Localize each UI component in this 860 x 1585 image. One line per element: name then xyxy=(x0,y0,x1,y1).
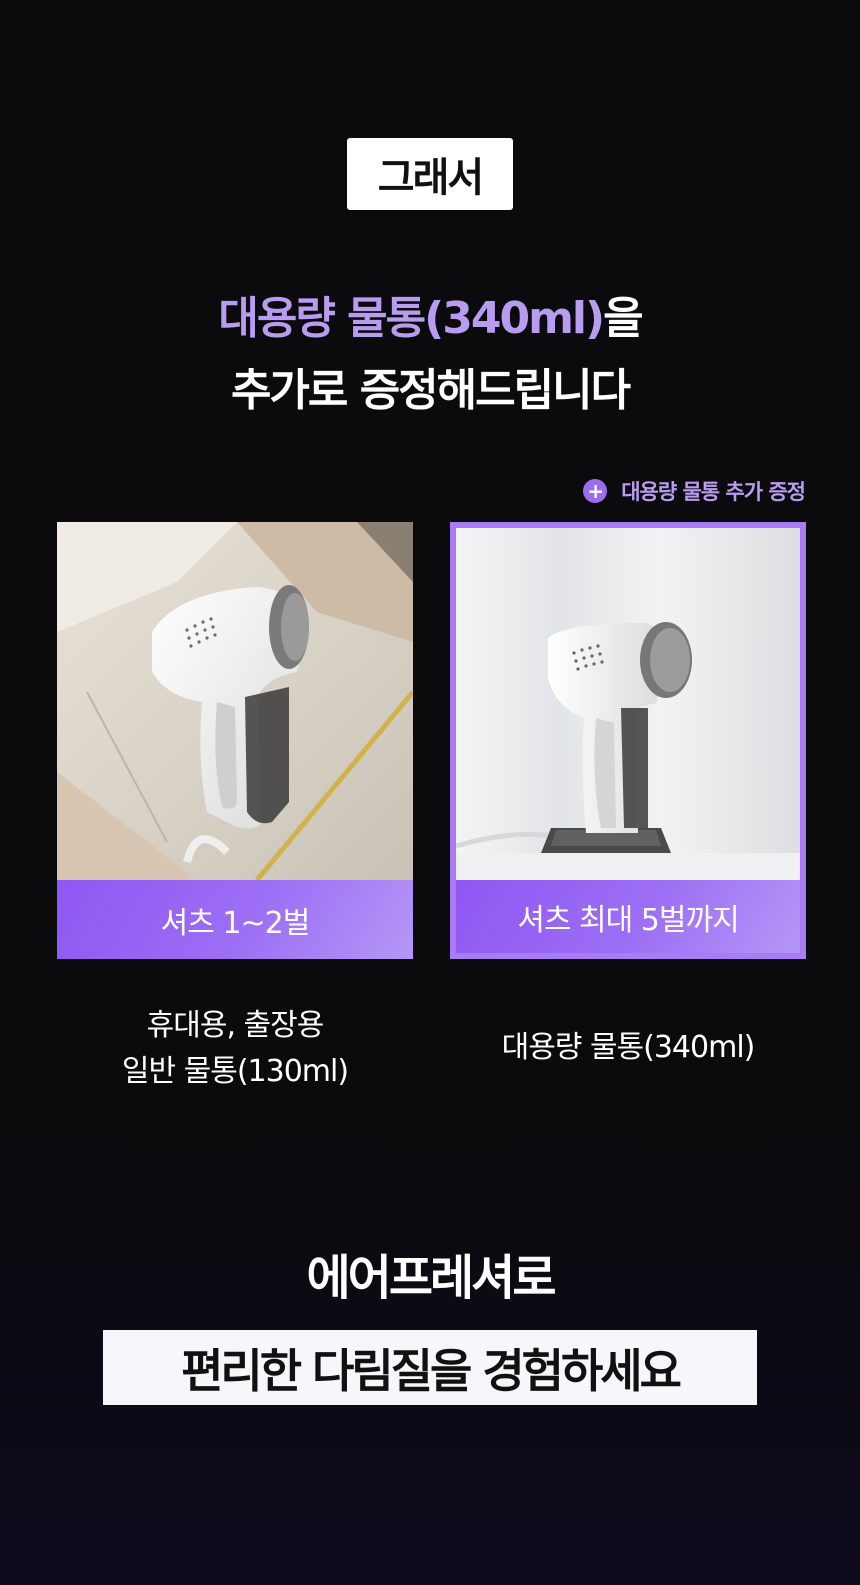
card-label-standard: 셔츠 1~2벌 xyxy=(57,880,413,959)
product-card-standard: 셔츠 1~2벌 xyxy=(57,522,413,959)
plus-icon: + xyxy=(583,479,608,503)
headline-line-2: 추가로 증정해드립니다 xyxy=(230,365,631,416)
bonus-tag-label: 대용량 물통 추가 증정 xyxy=(621,480,806,504)
bonus-tag: + 대용량 물통 추가 증정 xyxy=(583,476,806,506)
headline-suffix: 을 xyxy=(603,293,644,344)
caption-standard-line-1: 휴대용, 출장용 xyxy=(146,1008,325,1043)
footer-title: 에어프레셔로 xyxy=(306,1250,557,1306)
product-photo-standard xyxy=(57,522,413,880)
caption-standard: 휴대용, 출장용 일반 물통(130ml) xyxy=(57,1003,413,1095)
product-card-large: 셔츠 최대 5벌까지 xyxy=(450,522,806,959)
caption-large-line-1: 대용량 물통(340ml) xyxy=(501,1030,756,1065)
headline-accent: 대용량 물통(340ml) xyxy=(218,293,605,344)
caption-large: 대용량 물통(340ml) xyxy=(450,1025,806,1071)
intro-badge: 그래서 xyxy=(347,138,513,210)
caption-standard-line-2: 일반 물통(130ml) xyxy=(121,1054,349,1089)
footer-highlight-box: 편리한 다림질을 경험하세요 xyxy=(103,1330,757,1405)
headline-line-1: 대용량 물통(340ml)을 xyxy=(0,282,860,346)
footer-highlight-text: 편리한 다림질을 경험하세요 xyxy=(181,1343,682,1398)
intro-badge-text: 그래서 xyxy=(377,155,484,201)
product-photo-large xyxy=(456,528,800,880)
card-label-large: 셔츠 최대 5벌까지 xyxy=(456,880,800,953)
